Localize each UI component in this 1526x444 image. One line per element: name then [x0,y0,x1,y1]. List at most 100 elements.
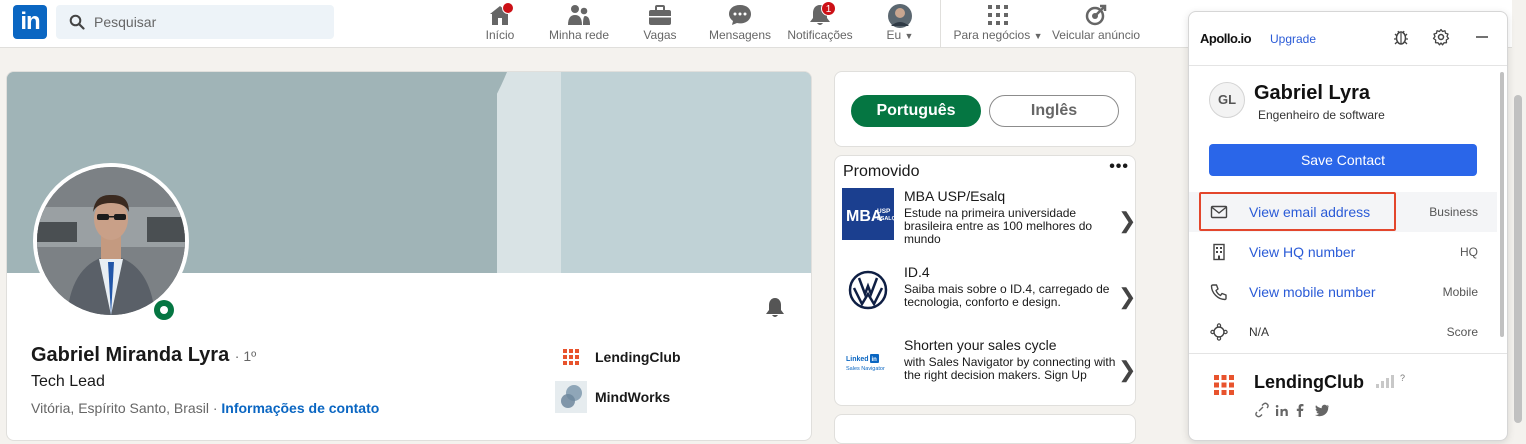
connection-degree: · 1º [234,348,257,364]
company-name[interactable]: LendingClub [1254,372,1364,392]
nav-notifications[interactable]: 1 Notificações [784,0,856,48]
profile-location: Vitória, Espírito Santo, Brasil · [31,400,218,416]
chevron-right-icon: ❯ [1118,208,1136,233]
twitter-icon[interactable] [1314,404,1329,417]
contact-info-link[interactable]: Informações de contato [221,400,379,416]
ad-description: Saiba mais sobre o ID.4, carregado de te… [904,282,1110,309]
profile-name: Gabriel Miranda Lyra [31,344,230,366]
ad-item[interactable]: Linked in Sales Navigator Shorten your s… [842,337,1135,389]
mba-esalq-logo-icon: MBA USP ESALQ [842,188,894,240]
nav-notifications-label: Notificações [787,28,853,42]
home-dot-badge [502,2,514,14]
language-portuguese-button[interactable]: Português [851,95,981,127]
link-icon[interactable] [1255,402,1269,418]
svg-text:in: in [872,357,878,363]
nav-messages[interactable]: Mensagens [706,0,774,48]
building-icon [1213,243,1225,261]
nav-home-label: Início [485,28,515,42]
caret-down-icon: ▼ [904,31,914,41]
profile-headline: Tech Lead [31,373,105,390]
company-name: MindWorks [595,389,671,405]
email-type-label: Business [1429,205,1478,219]
ads-icon [1084,4,1108,26]
score-label: Score [1446,325,1478,339]
page-scrollbar[interactable] [1512,0,1526,424]
notifications-badge: 1 [821,1,836,16]
search-input[interactable] [94,5,324,39]
lower-card [834,414,1136,444]
scrollbar-thumb[interactable] [1514,95,1522,423]
svg-text:Linked: Linked [846,356,869,363]
nav-me[interactable]: Eu ▼ [878,0,922,48]
view-mobile-row[interactable]: View mobile number Mobile [1189,272,1497,312]
bell-icon: 1 [808,1,836,26]
nav-jobs-label: Vagas [643,28,677,42]
hq-type-label: HQ [1460,245,1478,259]
language-english-button[interactable]: Inglês [989,95,1119,127]
save-contact-button[interactable]: Save Contact [1209,144,1477,176]
ad-title: MBA USP/Esalq [904,188,1006,204]
company-row: LendingClub ? [1254,372,1405,393]
nav-business-row: Para negócios ▼ [950,28,1046,42]
search-bar[interactable] [56,5,334,39]
ad-item[interactable]: ID.4 Saiba mais sobre o ID.4, carregado … [842,264,1135,316]
panel-scrollbar[interactable] [1500,72,1504,337]
nav-network[interactable]: Minha rede [546,0,612,48]
view-mobile-link[interactable]: View mobile number [1249,284,1376,300]
mobile-type-label: Mobile [1442,285,1478,299]
nav-business[interactable]: Para negócios ▼ [950,0,1046,48]
divider [1189,65,1507,66]
profile-photo[interactable] [33,163,189,319]
signal-icon [1376,375,1394,388]
home-icon [488,2,514,26]
company-name: LendingClub [595,349,681,365]
nav-ads-label: Veicular anúncio [1051,28,1141,42]
nav-me-row: Eu ▼ [878,28,922,42]
nav-home[interactable]: Início [476,0,524,48]
language-card: Português Inglês [834,71,1136,147]
lendingclub-logo-icon [1214,375,1234,395]
profile-name-row: Gabriel Miranda Lyra · 1º [31,344,256,367]
company-links [1254,402,1336,418]
search-icon [69,14,85,30]
cover-shape [561,72,811,273]
apollo-extension-panel: Apollo.io Upgrade GL Gabriel Lyra Engenh… [1188,11,1508,441]
score-row: N/A Score [1189,312,1497,352]
linkedin-logo-icon[interactable]: in [13,5,47,39]
ad-description: Estude na primeira universidade brasilei… [904,206,1093,246]
gear-icon[interactable] [1432,28,1450,46]
divider [1189,353,1507,354]
promoted-card: Promovido ••• MBA USP ESALQ MBA USP/Esal… [834,155,1136,406]
briefcase-icon [648,4,672,26]
sales-navigator-logo-icon: Linked in Sales Navigator [842,337,894,389]
linkedin-icon[interactable] [1275,405,1288,416]
signal-help[interactable]: ? [1400,373,1405,383]
score-icon [1210,323,1228,341]
more-options-icon[interactable]: ••• [1109,158,1129,176]
facebook-icon[interactable] [1296,404,1304,417]
message-icon [728,4,752,26]
bug-icon[interactable] [1392,28,1410,46]
minimize-icon[interactable] [1473,28,1491,46]
nav-jobs[interactable]: Vagas [638,0,682,48]
svg-text:Sales Navigator: Sales Navigator [846,366,885,372]
ad-title: ID.4 [904,264,930,280]
svg-text:ESALQ: ESALQ [877,216,894,222]
view-hq-row[interactable]: View HQ number HQ [1189,232,1497,272]
nav-ads[interactable]: Veicular anúncio [1048,0,1144,48]
ad-item[interactable]: MBA USP ESALQ MBA USP/Esalq Estude na pr… [842,188,1135,246]
grid-icon [986,4,1010,26]
bell-icon[interactable] [764,297,786,319]
view-hq-link[interactable]: View HQ number [1249,244,1355,260]
caret-down-icon: ▼ [1033,31,1043,41]
online-status-dot [151,297,177,323]
chevron-right-icon: ❯ [1118,357,1136,382]
apollo-logo: Apollo.io [1200,31,1252,46]
upgrade-link[interactable]: Upgrade [1270,32,1316,46]
contact-initials-avatar: GL [1209,82,1245,118]
mindworks-logo-icon [555,381,587,413]
me-avatar [888,4,912,28]
lendingclub-logo-icon [563,349,579,365]
ad-title: Shorten your sales cycle [904,337,1057,353]
nav-network-label: Minha rede [548,28,610,42]
